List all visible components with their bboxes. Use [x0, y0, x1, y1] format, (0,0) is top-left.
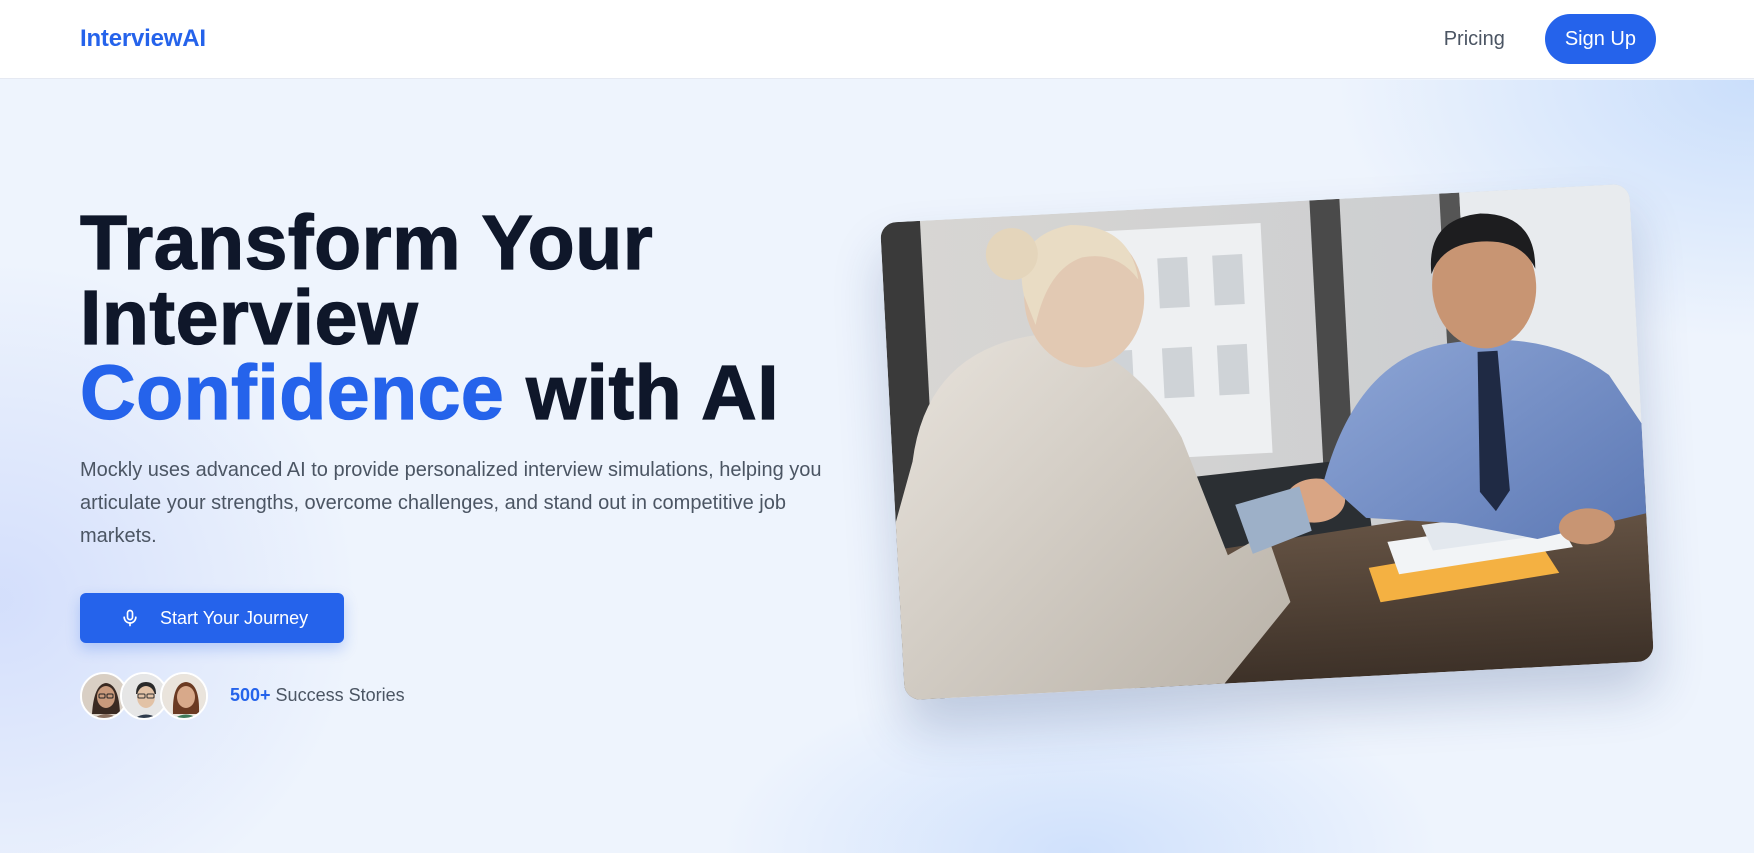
- hero-subtitle: Mockly uses advanced AI to provide perso…: [80, 459, 822, 547]
- headline-rest: with AI: [504, 350, 780, 436]
- start-journey-label: Start Your Journey: [160, 607, 309, 628]
- headline-line-2: Interview: [79, 275, 419, 361]
- success-avatars: [80, 672, 208, 720]
- brand-logo[interactable]: InterviewAI: [80, 25, 206, 53]
- signup-button[interactable]: Sign Up: [1544, 14, 1656, 64]
- success-stories: 500+ Success Stories: [230, 685, 405, 706]
- headline-line-1: Transform Your: [79, 200, 654, 286]
- avatar: [160, 672, 208, 720]
- nav-link-pricing[interactable]: Pricing: [1444, 28, 1505, 51]
- nav-actions: Pricing Sign Up: [1444, 14, 1656, 64]
- success-stories-count: 500+: [230, 685, 271, 705]
- hero-section: Transform Your Interview Confidence with…: [0, 80, 1754, 853]
- hero-photo: [880, 183, 1654, 701]
- top-navbar: InterviewAI Pricing Sign Up: [0, 0, 1754, 79]
- hero-headline: Transform Your Interview Confidence with…: [79, 204, 779, 432]
- success-stories-label: Success Stories: [270, 685, 405, 705]
- microphone-icon: [120, 608, 140, 628]
- headline-accent: Confidence: [79, 350, 505, 436]
- start-journey-button[interactable]: Start Your Journey: [80, 593, 344, 643]
